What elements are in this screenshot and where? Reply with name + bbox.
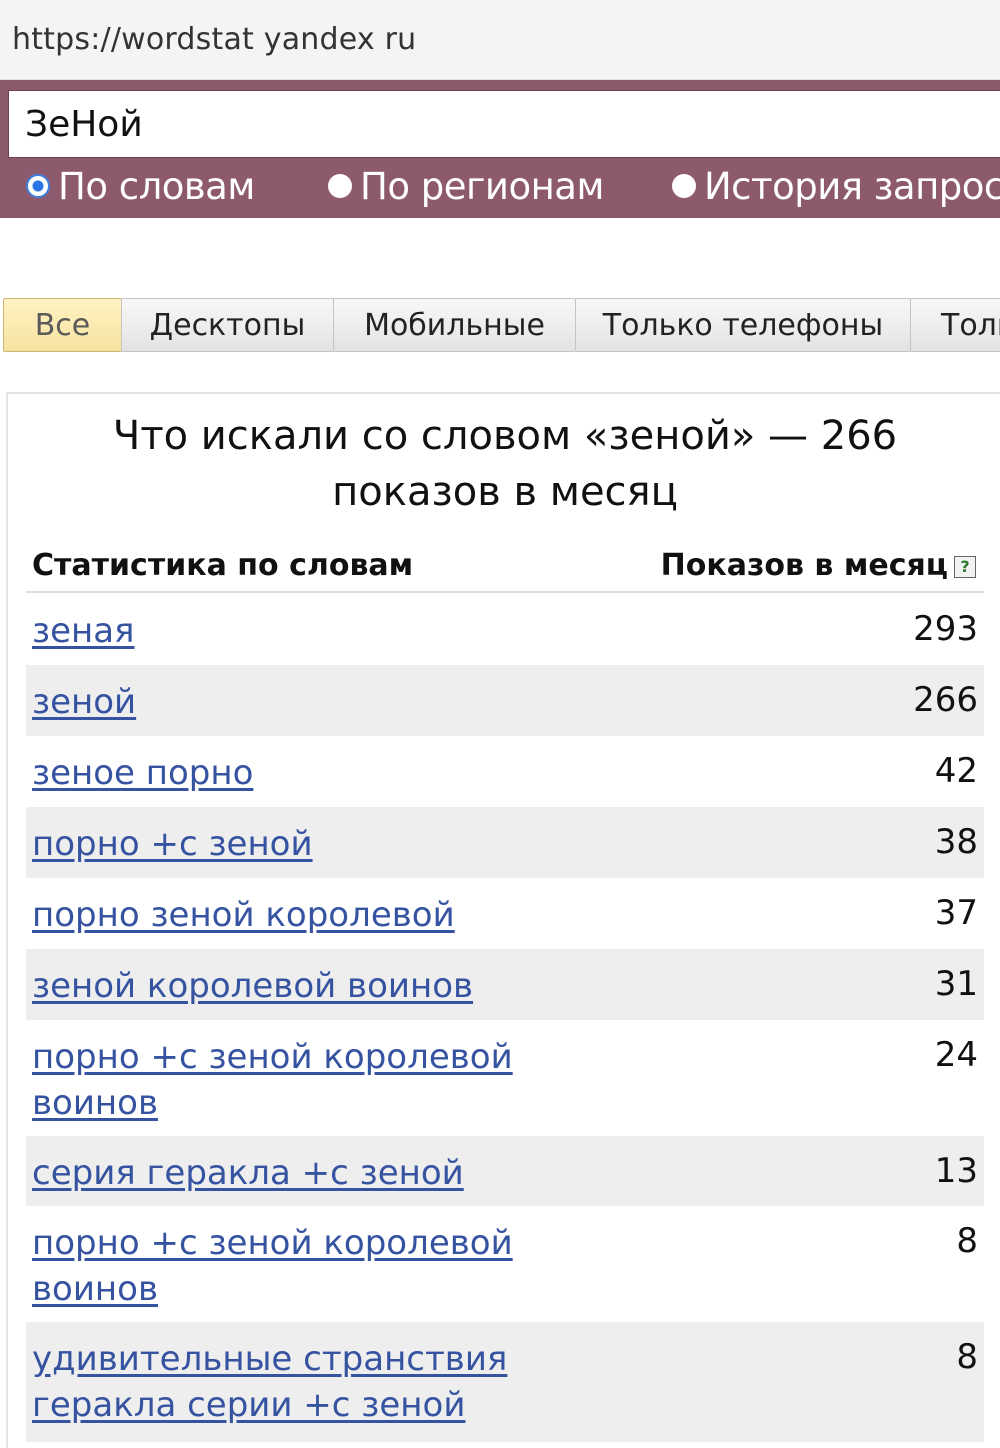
radio-by-words[interactable]: По словам [26,164,255,208]
phrase-link[interactable]: зеной королевой воинов [32,963,592,1009]
phrase-link[interactable]: порно зеной королевой [32,892,592,938]
table-row: зеная 293 [26,594,984,665]
shows-count: 31 [934,964,978,1004]
heading-line-2: показов в месяц [332,469,678,515]
table-row: порно +с зеной 38 [26,807,984,878]
phrase-link[interactable]: удивительные странствия геракла серии +с… [32,1336,592,1428]
phrase-link[interactable]: зеная [32,608,592,654]
shows-count: 293 [913,609,978,649]
tab-desktops[interactable]: Десктопы [121,298,334,352]
shows-count: 42 [934,751,978,791]
help-icon[interactable]: ? [954,556,976,578]
phrase-link[interactable]: порно +с зеной королевой воинов [32,1034,592,1126]
radio-label: По регионам [360,164,604,208]
search-panel: По словам По регионам История запрос [0,80,1000,218]
table-row: зеной 266 [26,665,984,736]
shows-count: 8 [956,1337,978,1377]
radio-label: История запрос [704,164,1000,208]
address-bar[interactable]: https://wordstat yandex ru [0,0,1000,80]
tab-tablets-only[interactable]: Толь [910,298,1000,352]
header-divider [26,591,984,593]
tab-all[interactable]: Все [3,298,122,352]
shows-count: 13 [934,1151,978,1191]
radio-by-regions[interactable]: По регионам [328,164,604,208]
phrase-link[interactable]: порно +с зеной королевой воинов [32,1220,592,1312]
shows-count: 24 [934,1035,978,1075]
tab-phones-only[interactable]: Только телефоны [575,298,911,352]
search-input[interactable] [8,90,1000,158]
table-row: порно +с зеной королевой воинов 24 [26,1020,984,1136]
phrase-link[interactable]: серия геракла +с зеной [32,1150,592,1196]
shows-count: 8 [956,1221,978,1261]
tab-mobile[interactable]: Мобильные [333,298,576,352]
shows-count: 37 [934,893,978,933]
table-row: зеной королевой воинов 31 [26,949,984,1020]
table-row: зеное порно 42 [26,736,984,807]
table-row: серия геракла +с зеной 13 [26,1136,984,1206]
radio-checked-icon[interactable] [26,174,50,198]
shows-count: 38 [934,822,978,862]
heading-line-1: Что искали со словом «зеной» — 266 [112,413,898,459]
phrase-link[interactable]: зеное порно [32,750,592,796]
column-header-words: Статистика по словам [32,548,414,583]
radio-unchecked-icon[interactable] [672,174,696,198]
phrase-link[interactable]: зеной [32,679,592,725]
device-tabs: Все Десктопы Мобильные Только телефоны Т… [3,298,1000,352]
radio-label: По словам [58,164,255,208]
radio-query-history[interactable]: История запрос [672,164,1000,208]
column-header-shows: Показов в месяц [660,548,948,583]
results-table: зеная 293 зеной 266 зеное порно 42 порно… [26,594,984,1442]
url-text[interactable]: https://wordstat yandex ru [12,22,416,57]
radio-unchecked-icon[interactable] [328,174,352,198]
table-row: порно зеной королевой 37 [26,878,984,949]
phrase-link[interactable]: порно +с зеной [32,821,592,867]
table-row: порно +с зеной королевой воинов 8 [26,1206,984,1322]
results-heading: Что искали со словом «зеной» — 266 показ… [0,408,1000,520]
shows-count: 266 [913,680,978,720]
table-row: удивительные странствия геракла серии +с… [26,1322,984,1442]
